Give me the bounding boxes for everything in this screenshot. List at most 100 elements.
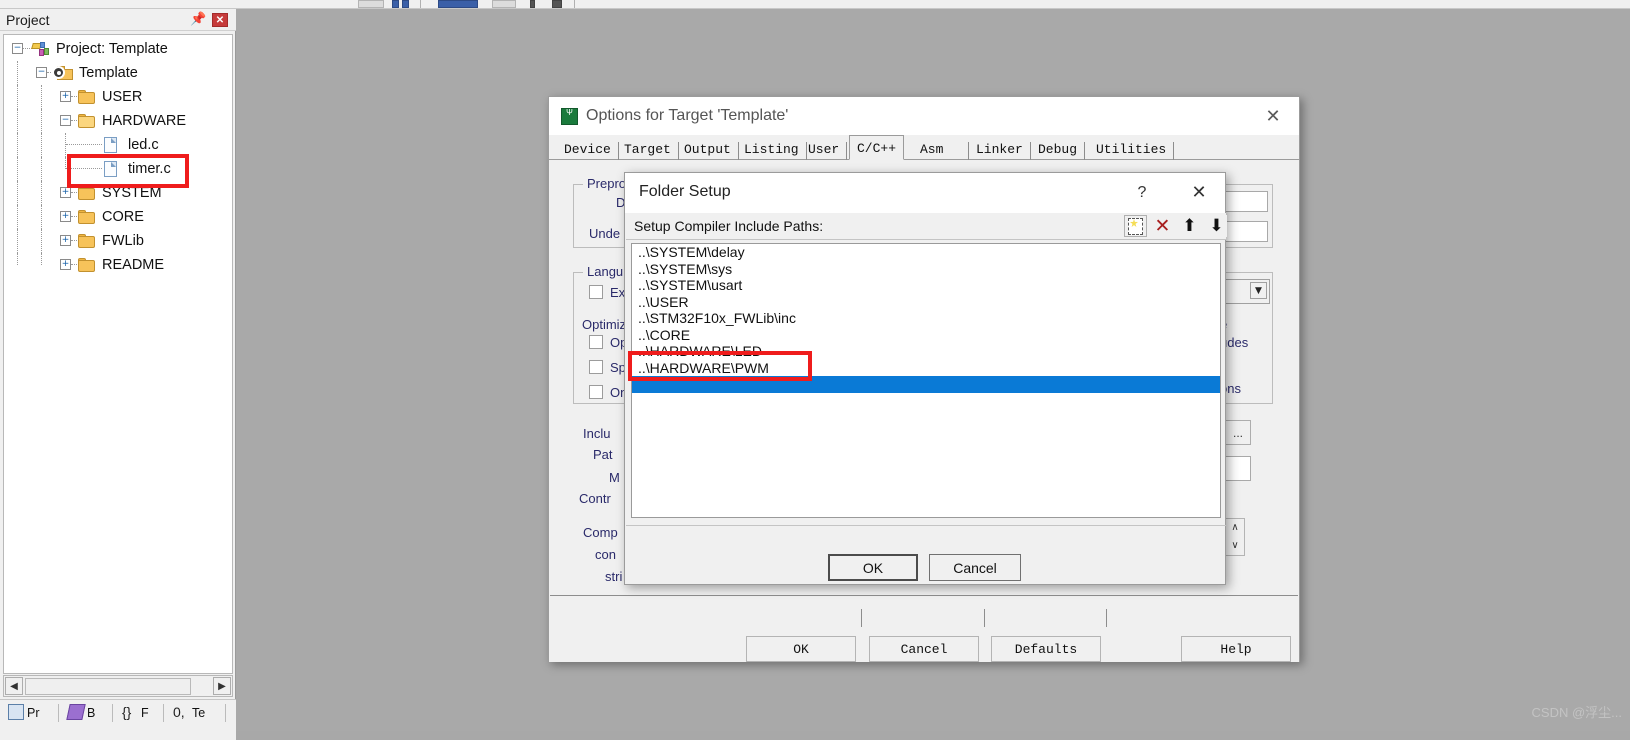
templates-tab-icon: 0,: [173, 704, 185, 720]
move-up-icon[interactable]: ⬆: [1177, 215, 1200, 237]
optimize-checkbox-1[interactable]: [589, 335, 603, 349]
project-tree[interactable]: − Project: Template − Template + USER − …: [3, 34, 233, 674]
folder-setup-title: Folder Setup: [639, 183, 731, 200]
close-icon[interactable]: ✕: [1187, 182, 1211, 204]
folder-setup-cancel-button[interactable]: Cancel: [929, 554, 1021, 581]
scrollbar-thumb[interactable]: [25, 678, 191, 695]
folder-icon: [78, 258, 95, 272]
toolbar-button-6[interactable]: [530, 0, 535, 8]
tree-item-user[interactable]: + USER: [4, 85, 232, 109]
new-path-icon[interactable]: [1124, 215, 1147, 237]
language-group-title: Langu: [583, 264, 628, 279]
tree-item-project[interactable]: − Project: Template: [4, 37, 232, 61]
include-paths-list[interactable]: ..\SYSTEM\delay ..\SYSTEM\sys ..\SYSTEM\…: [631, 243, 1221, 518]
tab-user[interactable]: User: [801, 142, 848, 160]
tab-c-cpp[interactable]: C/C++: [849, 135, 905, 160]
help-button[interactable]: Help: [1181, 636, 1291, 662]
tab-device[interactable]: Device: [557, 142, 619, 160]
button-tick-2: [984, 609, 985, 627]
tree-item-core[interactable]: + CORE: [4, 205, 232, 229]
tree-item-fwlib[interactable]: + FWLib: [4, 229, 232, 253]
toolbar-button-2[interactable]: [392, 0, 399, 8]
include-paths-label-2: Pat: [593, 447, 613, 462]
page-title: Project: [6, 12, 50, 28]
tree-item-timer-c[interactable]: timer.c: [4, 157, 232, 181]
toolbar-button-3[interactable]: [402, 0, 409, 8]
tab-listing[interactable]: Listing: [737, 142, 807, 160]
options-tabstrip[interactable]: Device Target Output Listing User C/C++ …: [549, 135, 1299, 160]
list-item[interactable]: ..\USER: [632, 294, 1220, 311]
tab-linker[interactable]: Linker: [969, 142, 1031, 160]
toolbar-button-1[interactable]: [358, 0, 384, 8]
tree-item-led-c[interactable]: led.c: [4, 133, 232, 157]
scroll-up-icon[interactable]: ∧: [1226, 519, 1244, 537]
toolbar-button-7[interactable]: [552, 0, 562, 8]
browse-include-paths-button[interactable]: ...: [1225, 420, 1251, 445]
tab-debug[interactable]: Debug: [1031, 142, 1086, 160]
pin-icon[interactable]: 📌: [190, 13, 206, 27]
tree-toggle-core[interactable]: +: [60, 211, 71, 222]
list-item[interactable]: ..\SYSTEM\delay: [632, 244, 1220, 261]
list-item[interactable]: ..\HARDWARE\LED: [632, 343, 1220, 360]
tree-toggle-fwlib[interactable]: +: [60, 235, 71, 246]
tab-separator: [225, 704, 226, 722]
execute-only-checkbox[interactable]: [589, 285, 603, 299]
scroll-left-icon[interactable]: ◀: [5, 677, 23, 695]
dialog-footer-separator: [550, 595, 1298, 596]
folder-setup-titlebar[interactable]: Folder Setup ? ✕: [625, 173, 1225, 213]
tree-toggle-readme[interactable]: +: [60, 259, 71, 270]
chevron-down-icon[interactable]: ▼: [1250, 282, 1267, 299]
tree-item-readme[interactable]: + README: [4, 253, 232, 277]
tree-toggle-hardware[interactable]: −: [60, 115, 71, 126]
defaults-button[interactable]: Defaults: [991, 636, 1101, 662]
tab-target[interactable]: Target: [617, 142, 679, 160]
tab-label: Te: [192, 706, 206, 720]
help-icon[interactable]: ?: [1131, 182, 1153, 204]
tree-guide: [17, 253, 18, 265]
list-item[interactable]: ..\HARDWARE\PWM: [632, 360, 1220, 377]
scroll-right-icon[interactable]: ▶: [213, 677, 231, 695]
toolbar-button-5[interactable]: [492, 0, 516, 8]
close-icon[interactable]: ✕: [212, 13, 228, 27]
tree-guide: [41, 229, 42, 253]
toolbar-button-4[interactable]: [438, 0, 478, 8]
tree-guide: [17, 85, 18, 109]
dialog-titlebar[interactable]: Ψ Options for Target 'Template' ✕: [549, 97, 1299, 135]
list-item[interactable]: ..\SYSTEM\usart: [632, 277, 1220, 294]
optimize-checkbox-3[interactable]: [589, 385, 603, 399]
tree-item-label: led.c: [128, 137, 159, 153]
tree-item-template[interactable]: − Template: [4, 61, 232, 85]
tree-toggle-user[interactable]: +: [60, 91, 71, 102]
tree-item-hardware[interactable]: − HARDWARE: [4, 109, 232, 133]
project-tree-horizontal-scrollbar[interactable]: ◀ ▶: [3, 675, 233, 697]
list-item[interactable]: ..\STM32F10x_FWLib\inc: [632, 310, 1220, 327]
tree-guide: [41, 205, 42, 229]
ok-button[interactable]: OK: [746, 636, 856, 662]
list-item[interactable]: ..\SYSTEM\sys: [632, 261, 1220, 278]
project-pane: Project 📌 ✕ − Project: Template − Templa…: [0, 9, 236, 740]
folder-setup-ok-button[interactable]: OK: [828, 554, 918, 581]
toolbar-separator-2: [574, 0, 575, 8]
cancel-button[interactable]: Cancel: [869, 636, 979, 662]
tree-item-label: FWLib: [102, 233, 144, 249]
delete-path-icon[interactable]: ✕: [1150, 215, 1173, 237]
tree-guide: [17, 229, 18, 253]
tab-asm[interactable]: Asm: [913, 142, 969, 160]
close-icon[interactable]: ✕: [1261, 106, 1285, 128]
list-item[interactable]: ..\CORE: [632, 327, 1220, 344]
list-item-selected[interactable]: [632, 376, 1220, 393]
tab-utilities[interactable]: Utilities: [1089, 142, 1175, 160]
tree-toggle-project[interactable]: −: [12, 43, 23, 54]
tree-guide: [17, 157, 18, 181]
tab-output[interactable]: Output: [677, 142, 739, 160]
move-down-icon[interactable]: ⬇: [1204, 215, 1227, 237]
functions-tab-icon: {}: [122, 704, 132, 720]
tree-item-label: Template: [79, 65, 138, 81]
optimize-checkbox-2[interactable]: [589, 360, 603, 374]
compiler-string-scrollbar[interactable]: ∧ ∨: [1225, 518, 1245, 556]
tree-item-label: USER: [102, 89, 143, 105]
scroll-down-icon[interactable]: ∨: [1226, 537, 1244, 555]
tree-toggle-template[interactable]: −: [36, 67, 47, 78]
tree-item-system[interactable]: + SYSTEM: [4, 181, 232, 205]
tree-toggle-system[interactable]: +: [60, 187, 71, 198]
